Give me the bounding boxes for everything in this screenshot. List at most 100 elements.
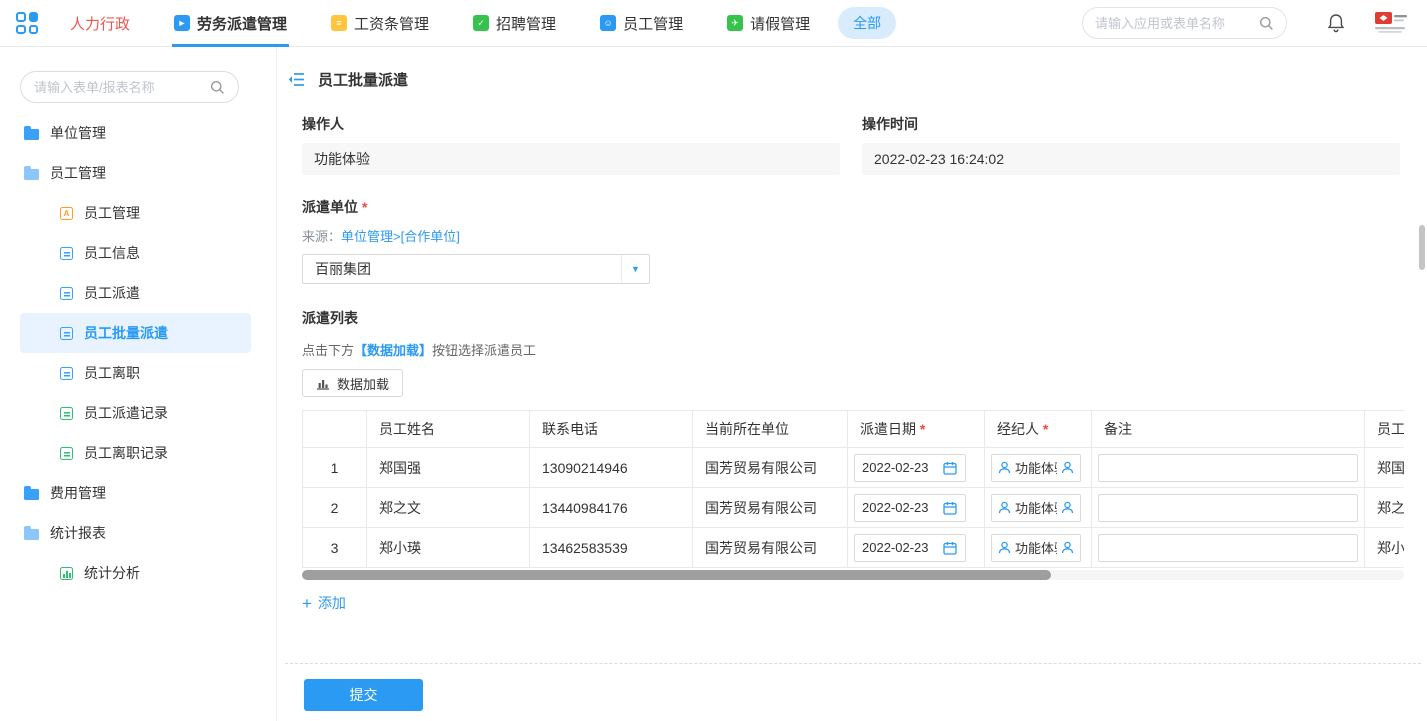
collapse-menu-icon[interactable] bbox=[288, 72, 305, 87]
apps-grid-icon[interactable] bbox=[16, 12, 38, 34]
dispatch-table: 员工姓名 联系电话 当前所在单位 派遣日期 * 经纪人 * 备注 员工 bbox=[302, 410, 1404, 580]
agent-value: 功能体验 bbox=[1015, 538, 1057, 557]
search-icon[interactable] bbox=[1259, 16, 1274, 31]
sidebar-item-label: 员工离职 bbox=[84, 363, 140, 383]
sidebar-item-employee-mgmt[interactable]: A 员工管理 bbox=[20, 193, 251, 233]
cell-phone: 13440984176 bbox=[530, 488, 693, 528]
person-picker-icon[interactable] bbox=[1061, 541, 1074, 554]
app-search-input[interactable] bbox=[1095, 16, 1259, 31]
dispatch-list-title: 派遣列表 bbox=[302, 308, 1400, 328]
add-row-label: 添加 bbox=[318, 593, 346, 613]
sidebar-item-employee-dispatch[interactable]: 员工派遣 bbox=[20, 273, 251, 313]
sidebar-tree: 单位管理 员工管理 A 员工管理 员工信息 员工派遣 bbox=[0, 113, 276, 593]
person-icon bbox=[998, 541, 1011, 554]
dispatch-date-picker[interactable] bbox=[854, 534, 966, 562]
sidebar-item-dispatch-records[interactable]: 员工派遣记录 bbox=[20, 393, 251, 433]
folder-icon bbox=[24, 129, 39, 140]
col-employee: 员工 bbox=[1365, 411, 1405, 448]
sidebar-item-label: 员工管理 bbox=[50, 163, 106, 183]
dispatch-date-picker[interactable] bbox=[854, 454, 966, 482]
sidebar-item-employee-info[interactable]: 员工信息 bbox=[20, 233, 251, 273]
op-time-field: 操作时间 2022-02-23 16:24:02 bbox=[862, 114, 1400, 175]
person-picker-icon[interactable] bbox=[1061, 461, 1074, 474]
remark-input[interactable] bbox=[1098, 454, 1358, 482]
form-icon: A bbox=[60, 207, 73, 220]
dispatch-date-picker[interactable] bbox=[854, 494, 966, 522]
calendar-icon[interactable] bbox=[943, 501, 957, 515]
app-search-box[interactable] bbox=[1082, 7, 1287, 39]
agent-value: 功能体验 bbox=[1015, 498, 1057, 517]
search-icon[interactable] bbox=[210, 80, 225, 95]
sidebar-item-expense-mgmt[interactable]: 费用管理 bbox=[20, 473, 251, 513]
dispatch-date-input[interactable] bbox=[862, 460, 938, 475]
module-labor-dispatch[interactable]: ► 劳务派遣管理 bbox=[172, 0, 289, 47]
cell-phone: 13090214946 bbox=[530, 448, 693, 488]
apps-grid-square bbox=[29, 25, 39, 35]
leave-module-icon: ✈ bbox=[727, 15, 743, 31]
form-search-box[interactable] bbox=[20, 71, 239, 103]
notification-bell-icon[interactable] bbox=[1327, 13, 1345, 33]
calendar-icon[interactable] bbox=[943, 461, 957, 475]
sidebar-item-label: 员工派遣记录 bbox=[84, 403, 168, 423]
add-row-link[interactable]: + 添加 bbox=[302, 593, 346, 613]
main-content: 员工批量派遣 操作人 功能体验 操作时间 2022-02-23 16:24:02… bbox=[277, 47, 1427, 721]
sidebar-item-resign-records[interactable]: 员工离职记录 bbox=[20, 433, 251, 473]
module-recruit[interactable]: ✓ 招聘管理 bbox=[471, 0, 558, 47]
form-search-input[interactable] bbox=[34, 80, 210, 95]
sidebar-item-label: 单位管理 bbox=[50, 123, 106, 143]
vertical-scrollbar-thumb[interactable] bbox=[1419, 225, 1425, 270]
hint-suffix: 按钮选择派遣员工 bbox=[432, 343, 536, 358]
sidebar: 单位管理 员工管理 A 员工管理 员工信息 员工派遣 bbox=[0, 47, 277, 721]
form-icon bbox=[60, 367, 73, 380]
submit-button[interactable]: 提交 bbox=[304, 679, 423, 711]
agent-picker[interactable]: 功能体验 bbox=[991, 534, 1081, 562]
cell-current-unit: 国芳贸易有限公司 bbox=[693, 488, 848, 528]
page-title: 员工批量派遣 bbox=[318, 69, 408, 90]
remark-input[interactable] bbox=[1098, 534, 1358, 562]
dispatch-unit-value: 百丽集团 bbox=[315, 259, 371, 279]
module-payslip-label: 工资条管理 bbox=[354, 13, 429, 34]
folder-icon bbox=[24, 489, 39, 500]
horizontal-scrollbar[interactable] bbox=[302, 570, 1404, 580]
dispatch-unit-select[interactable]: 百丽集团 ▼ bbox=[302, 254, 650, 284]
remark-input[interactable] bbox=[1098, 494, 1358, 522]
module-all-badge[interactable]: 全部 bbox=[838, 7, 896, 39]
payslip-module-icon: ≡ bbox=[331, 15, 347, 31]
module-payslip[interactable]: ≡ 工资条管理 bbox=[329, 0, 431, 47]
cell-phone: 13462583539 bbox=[530, 528, 693, 568]
sidebar-item-stat-analysis[interactable]: 统计分析 bbox=[20, 553, 251, 593]
agent-picker[interactable]: 功能体验 bbox=[991, 454, 1081, 482]
calendar-icon[interactable] bbox=[943, 541, 957, 555]
sidebar-item-label: 统计分析 bbox=[84, 563, 140, 583]
dispatch-date-input[interactable] bbox=[862, 500, 938, 515]
module-employee-label: 员工管理 bbox=[623, 13, 683, 34]
record-icon bbox=[60, 407, 73, 420]
row-index: 3 bbox=[303, 528, 367, 568]
module-hr-admin[interactable]: 人力行政 bbox=[68, 0, 132, 47]
sidebar-item-report-folder[interactable]: 统计报表 bbox=[20, 513, 251, 553]
dispatch-date-input[interactable] bbox=[862, 540, 938, 555]
person-picker-icon[interactable] bbox=[1061, 501, 1074, 514]
source-link[interactable]: 单位管理>[合作单位] bbox=[341, 229, 460, 244]
sidebar-item-employee-mgmt-folder[interactable]: 员工管理 bbox=[20, 153, 251, 193]
module-employee[interactable]: ☺ 员工管理 bbox=[598, 0, 685, 47]
module-labor-dispatch-label: 劳务派遣管理 bbox=[197, 13, 287, 34]
employee-module-icon: ☺ bbox=[600, 15, 616, 31]
table-row: 3 郑小瑛 13462583539 国芳贸易有限公司 bbox=[303, 528, 1405, 568]
sidebar-item-unit-mgmt[interactable]: 单位管理 bbox=[20, 113, 251, 153]
app-window: 人力行政 ► 劳务派遣管理 ≡ 工资条管理 ✓ 招聘管理 ☺ 员工管理 ✈ 请假… bbox=[0, 0, 1427, 721]
sidebar-item-label: 员工批量派遣 bbox=[84, 323, 168, 343]
chevron-down-icon[interactable]: ▼ bbox=[621, 255, 649, 283]
table-row: 2 郑之文 13440984176 国芳贸易有限公司 bbox=[303, 488, 1405, 528]
hint-prefix: 点击下方 bbox=[302, 343, 354, 358]
chart-icon bbox=[60, 567, 73, 580]
table-row: 1 郑国强 13090214946 国芳贸易有限公司 bbox=[303, 448, 1405, 488]
cell-current-unit: 国芳贸易有限公司 bbox=[693, 528, 848, 568]
module-leave[interactable]: ✈ 请假管理 bbox=[725, 0, 812, 47]
data-load-button[interactable]: 数据加载 bbox=[302, 369, 403, 397]
horizontal-scrollbar-thumb[interactable] bbox=[302, 570, 1051, 580]
sidebar-item-employee-resign[interactable]: 员工离职 bbox=[20, 353, 251, 393]
cell-employee: 郑小瑛 bbox=[1365, 528, 1405, 568]
sidebar-item-employee-batch-dispatch[interactable]: 员工批量派遣 bbox=[20, 313, 251, 353]
agent-picker[interactable]: 功能体验 bbox=[991, 494, 1081, 522]
